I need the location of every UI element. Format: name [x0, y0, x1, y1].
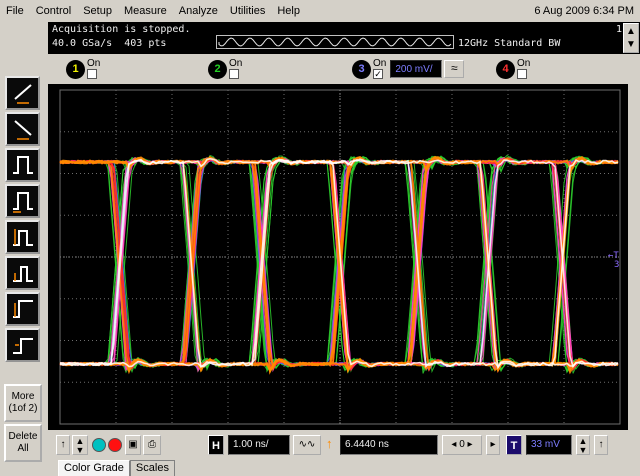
channel-4-control[interactable]: 4 On [496, 58, 530, 80]
channel-1-badge[interactable]: 1 [66, 59, 85, 79]
channel-2-checkbox[interactable] [229, 69, 239, 79]
horizontal-delay-field[interactable]: 6.4440 ns [340, 435, 438, 455]
channel-1-control[interactable]: 1 On [66, 58, 100, 80]
knob-icon: ∿∿ [298, 439, 316, 450]
screenshot-button[interactable]: ▣ [125, 435, 141, 455]
channel-3-control[interactable]: 3 On ✓ 200 mV/ ≈ [352, 58, 465, 80]
menu-analyze[interactable]: Analyze [173, 0, 224, 22]
sample-info: 40.0 GSa/s 403 pts [52, 38, 166, 49]
points-count: 403 pts [124, 38, 167, 49]
falling-edge-trigger-button[interactable] [5, 112, 40, 146]
pulse-width-marker-button[interactable] [5, 184, 40, 218]
run-stop-cyan-button[interactable] [92, 438, 106, 452]
record-red-button[interactable] [108, 438, 122, 452]
bottom-tabs: Color Grade Scales [58, 460, 175, 476]
delay-zero-icon: ◂ 0 ▸ [451, 439, 473, 450]
timeout-trigger-button[interactable] [5, 292, 40, 326]
timeout-icon [12, 300, 33, 318]
memory-waveform-icon [218, 37, 452, 47]
left-toolbar: More (1of 2) Delete All [0, 22, 48, 476]
eye-diagram-traces [59, 154, 619, 375]
waveform-display[interactable] [48, 84, 628, 430]
tab-color-grade[interactable]: Color Grade [58, 460, 130, 476]
more-button[interactable]: More (1of 2) [4, 384, 42, 422]
memory-bar[interactable] [216, 35, 454, 49]
more-page-label: (1of 2) [8, 403, 38, 414]
menu-bar: File Control Setup Measure Analyze Utili… [0, 0, 640, 22]
stepper-arrows-icon: ▲ ▼ [578, 436, 588, 455]
trigger-marker-channel: 3 [614, 260, 620, 270]
trigger-level-field[interactable]: 33 mV [526, 435, 572, 455]
rising-edge-icon [13, 84, 32, 104]
down-arrow-icon: ▼ [626, 39, 636, 50]
scroll-up-arrow-button[interactable]: ↑ [56, 435, 70, 455]
up-arrow-icon: ▲ [626, 26, 636, 37]
channel-2-control[interactable]: 2 On [208, 58, 242, 80]
channel-3-checkbox[interactable]: ✓ [373, 69, 383, 79]
acquisition-status: Acquisition is stopped. [52, 24, 191, 35]
channel-3-scale-field[interactable]: 200 mV/ [390, 60, 443, 78]
channel-bar: 1 On 2 On 3 On ✓ 200 mV/ ≈ 4 On [48, 54, 640, 84]
trigger-level-marker[interactable]: ←T 3 [608, 252, 619, 270]
bottom-control-bar: ↑ ▲ ▼ ▣ ⎙ H 1.00 ns/ ∿∿ ↑ 6.4440 ns ◂ 0 ▸… [48, 430, 640, 460]
bandwidth-label: 12GHz Standard BW [458, 38, 561, 49]
waveform-canvas [59, 89, 621, 425]
falling-edge-icon [13, 120, 32, 140]
glitch-icon [12, 266, 33, 282]
pulse-width-icon [12, 156, 33, 174]
print-button[interactable]: ⎙ [143, 435, 161, 455]
channel-1-on-label: On [87, 58, 101, 69]
printer-icon: ⎙ [148, 439, 156, 450]
more-label: More [11, 391, 35, 402]
horizontal-label[interactable]: H [208, 435, 224, 455]
scroll-down-arrow-button[interactable]: ▲ ▼ [72, 435, 88, 455]
menu-utilities[interactable]: Utilities [224, 0, 271, 22]
trigger-label[interactable]: T [506, 435, 522, 455]
tab-scales[interactable]: Scales [129, 460, 175, 476]
sample-rate: 40.0 GSa/s [52, 38, 113, 49]
delay-zero-button[interactable]: ◂ 0 ▸ [442, 435, 482, 455]
channel-4-badge[interactable]: 4 [496, 59, 515, 79]
channel-2-badge[interactable]: 2 [208, 59, 227, 79]
menu-file[interactable]: File [0, 0, 30, 22]
delete-all-button[interactable]: Delete All [4, 424, 42, 462]
delay-step-button[interactable]: ▸ [486, 435, 500, 455]
right-edge-panel [628, 84, 640, 430]
image-icon: ▣ [128, 439, 138, 450]
runt-pulse-icon [12, 229, 33, 246]
runt-pulse-button[interactable] [5, 220, 40, 254]
menu-help[interactable]: Help [271, 0, 306, 22]
delay-arrow-icon: ↑ [326, 436, 333, 451]
trigger-up-arrow-button[interactable]: ↑ [594, 435, 608, 455]
channel-4-checkbox[interactable] [517, 69, 527, 79]
timebase-knob-button[interactable]: ∿∿ [293, 435, 321, 455]
channel-3-on-label: On [373, 58, 387, 69]
delete-all-label: All [17, 443, 29, 454]
up-down-arrows-icon: ▲ ▼ [75, 436, 85, 455]
delete-label: Delete [8, 431, 38, 442]
channel-1-checkbox[interactable] [87, 69, 97, 79]
menu-control[interactable]: Control [30, 0, 77, 22]
glitch-trigger-button[interactable] [5, 256, 40, 290]
acquisition-status-area: Acquisition is stopped. 40.0 GSa/s 403 p… [48, 22, 640, 54]
trigger-level-stepper[interactable]: ▲ ▼ [576, 435, 590, 455]
rising-edge-trigger-button[interactable] [5, 76, 40, 110]
setup-hold-trigger-button[interactable] [5, 328, 40, 362]
corner-label: 1 [615, 24, 622, 35]
pulse-width-button[interactable] [5, 148, 40, 182]
timebase-scale-field[interactable]: 1.00 ns/ [228, 435, 290, 455]
channel-3-coupling-button[interactable]: ≈ [444, 60, 465, 78]
channel-4-on-label: On [517, 58, 531, 69]
menu-setup[interactable]: Setup [77, 0, 118, 22]
menu-measure[interactable]: Measure [118, 0, 173, 22]
channel-2-on-label: On [229, 58, 243, 69]
date-time-readout: 6 Aug 2009 6:34 PM [534, 5, 634, 17]
setup-hold-icon [12, 338, 33, 354]
channel-3-badge[interactable]: 3 [352, 59, 371, 79]
status-toggle-button[interactable]: ▲ ▼ [623, 23, 639, 53]
pulse-marker-icon [12, 192, 33, 213]
